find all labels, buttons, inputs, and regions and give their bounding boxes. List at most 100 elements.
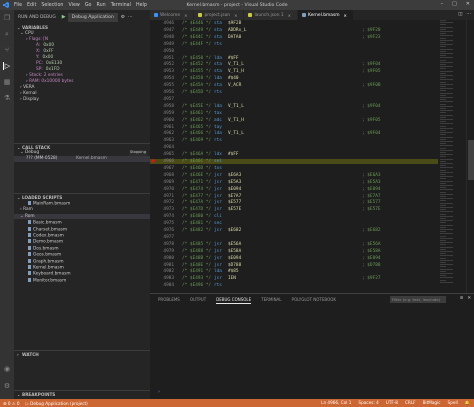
explorer-icon[interactable]: ❐ [3, 14, 11, 22]
script-item[interactable]: MainRam.bmasm [14, 201, 150, 207]
menu-item-file[interactable]: File [14, 3, 22, 8]
extensions-icon[interactable]: ▦ [3, 78, 11, 86]
minimap-line [440, 88, 453, 90]
variable-row[interactable]: X: 0xFF [14, 49, 150, 55]
line-number: 4953 [163, 69, 174, 75]
menu-item-go[interactable]: Go [85, 3, 92, 8]
scrollbar-thumb[interactable] [468, 140, 474, 180]
variable-scope-item[interactable]: › RAM: 0x10000 bytes [14, 79, 150, 85]
operand: $D788 [228, 262, 242, 268]
call-stack-frame[interactable]: ??? (MM-0528) Kernel.bmasm [14, 156, 150, 162]
folder-item[interactable]: › Ram [14, 207, 150, 213]
status-item-left[interactable]: ▷ Debug Application (project) [26, 401, 88, 406]
minimap-line [440, 198, 453, 200]
variable-scope-item[interactable]: › VERA [14, 85, 150, 91]
close-button[interactable]: ✕ [466, 1, 470, 7]
script-item[interactable]: Codex.bmasm [14, 233, 150, 239]
variables-header[interactable]: ⌄ VARIABLES [14, 24, 150, 31]
folder-item[interactable]: ⌄ Rom [14, 213, 150, 220]
menu-item-help[interactable]: Help [136, 3, 147, 8]
console-prompt[interactable]: › [158, 389, 160, 395]
call-stack-header[interactable]: ⌄ CALL STACK [14, 143, 150, 150]
script-item[interactable]: Monitor.bmasm [14, 277, 150, 283]
menu-item-run[interactable]: Run [96, 3, 105, 8]
breakpoints-header[interactable]: ⌄ BREAKPOINTS [14, 390, 150, 397]
scope-label: Display [23, 97, 39, 102]
debug-configuration-select[interactable]: Debug Application [67, 12, 118, 22]
cpu-scope[interactable]: ⌄ CPU [14, 31, 150, 37]
panel-tab-debug-console[interactable]: DEBUG CONSOLE [216, 297, 252, 304]
file-type-icon [248, 13, 253, 17]
console-filter-input[interactable]: Filter (e.g. text, !exclude) [390, 296, 446, 303]
panel-tab-problems[interactable]: PROBLEMS [158, 297, 180, 304]
editor-tab[interactable]: Kernel.bmasm ✕ [298, 10, 354, 20]
search-icon[interactable]: ⌕ [3, 30, 11, 38]
close-panel-icon[interactable]: ✕ [467, 296, 471, 301]
loaded-scripts-header[interactable]: ⌄ LOADED SCRIPTS [14, 193, 150, 200]
menu-item-selection[interactable]: Selection [41, 3, 63, 8]
status-item-right[interactable]: Spell [448, 400, 458, 406]
variable-scope-item[interactable]: › Display [14, 97, 150, 103]
editor-tab[interactable]: launch.json 1 ✕ [244, 10, 299, 20]
variable-row[interactable]: PC: 0xE130 [14, 61, 150, 67]
status-item-right[interactable]: CRLF [405, 400, 416, 406]
status-item-right[interactable]: UTF-8 [386, 400, 398, 406]
panel-tab-polyglot-notebook[interactable]: POLYGLOT NOTEBOOK [292, 297, 336, 304]
variable-row[interactable]: SP: 0x1FD [14, 67, 150, 73]
close-icon[interactable]: ✕ [288, 13, 291, 18]
close-icon[interactable]: ✕ [344, 13, 347, 18]
breakpoint-icon[interactable]: ● [151, 159, 155, 164]
close-icon[interactable]: ✕ [184, 13, 187, 18]
source-control-icon[interactable]: ⑂ [3, 46, 11, 54]
editor-tab[interactable]: Welcome ✕ [150, 10, 195, 20]
split-editor-icon[interactable]: ◫ [458, 12, 462, 17]
status-item-right[interactable]: Ln 4966, Col 1 [321, 400, 351, 406]
variable-scope-item[interactable]: › Stack: 2 entries [14, 73, 150, 79]
status-item-right[interactable]: BitMagic [423, 400, 441, 406]
script-item[interactable]: Graph.bmasm [14, 258, 150, 264]
minimap-line [440, 246, 453, 248]
script-item[interactable]: Charset.bmasm [14, 226, 150, 232]
script-item[interactable]: Kernel.bmasm [14, 265, 150, 271]
minimap-line [440, 204, 446, 206]
watch-header[interactable]: › WATCH [14, 350, 150, 357]
call-stack-thread[interactable]: ⌄ Debug Stopping [14, 150, 150, 156]
script-item[interactable]: Basic.bmasm [14, 220, 150, 226]
address-comment: /* $E481 */ [182, 221, 212, 227]
variable-flags[interactable]: › Flags: [N [14, 37, 150, 43]
status-item-left[interactable]: ⊗ 0 ⚠ 0 [3, 401, 20, 406]
script-item[interactable]: Geos.bmasm [14, 252, 150, 258]
script-item[interactable]: Dos.bmasm [14, 245, 150, 251]
minimap[interactable] [438, 20, 464, 293]
status-item-right[interactable]: Spaces: 4 [358, 400, 378, 406]
script-item[interactable]: Keyboard.bmasm [14, 271, 150, 277]
panel-tab-terminal[interactable]: TERMINAL [261, 297, 281, 304]
script-item[interactable]: Demo.bmasm [14, 239, 150, 245]
file-icon [28, 226, 31, 231]
more-actions-icon[interactable]: ⋯ [128, 15, 133, 20]
run-and-debug-icon[interactable]: ▷ [3, 62, 11, 70]
menu-item-edit[interactable]: Edit [27, 3, 36, 8]
panel-tab-output[interactable]: OUTPUT [190, 297, 206, 304]
menu-item-view[interactable]: View [68, 3, 79, 8]
testing-icon[interactable]: ⚗ [3, 94, 11, 102]
settings-gear-icon[interactable]: ⚙ [121, 15, 125, 20]
minimize-button[interactable]: – [441, 1, 444, 7]
more-actions-icon[interactable]: ⋯ [466, 12, 471, 17]
variable-scope-item[interactable]: › Kernal [14, 91, 150, 97]
close-icon[interactable]: ✕ [234, 13, 237, 18]
maximize-button[interactable]: □ [452, 1, 457, 7]
opcode: jsr [214, 276, 222, 282]
editor-tab[interactable]: project.json ✕ [194, 10, 245, 20]
address-comment: /* $E44F */ [182, 41, 212, 47]
account-icon[interactable]: ◉ [3, 365, 11, 373]
status-item-right[interactable]: 🔔 [465, 400, 470, 406]
start-debugging-icon[interactable]: ▶ [62, 14, 66, 20]
menu-item-terminal[interactable]: Terminal [111, 3, 131, 8]
code-editor[interactable]: 4946/* $E446 */sta $9F2B 4947/* $E449 */st… [150, 20, 474, 293]
clear-console-icon[interactable]: ⊘ [460, 296, 464, 301]
gear-icon[interactable]: ⚙ [3, 382, 11, 390]
editor-scrollbar[interactable] [466, 20, 474, 293]
variable-row[interactable]: A: 0x00 [14, 43, 150, 49]
variable-row[interactable]: Y: 0x00 [14, 55, 150, 61]
